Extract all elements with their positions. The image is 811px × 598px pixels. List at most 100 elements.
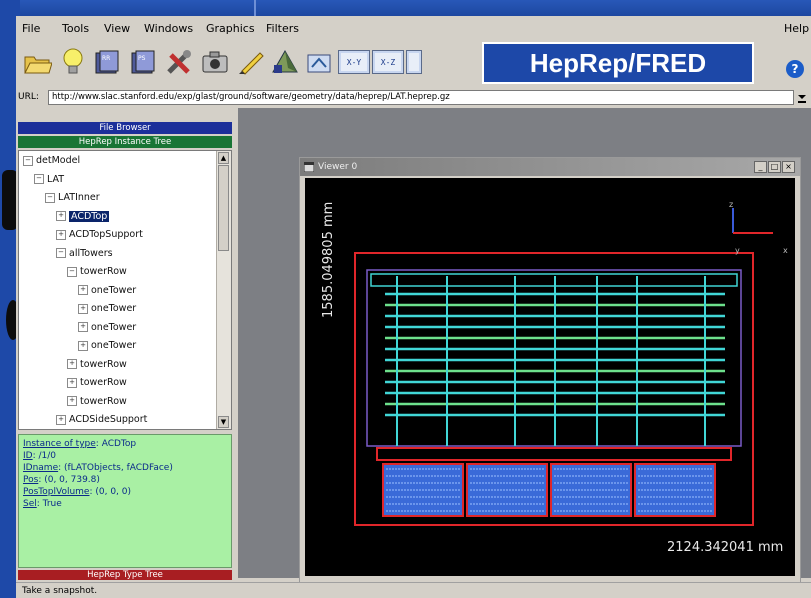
properties-panel: Instance of type: ACDTop ID: /1/0 IDname: … [18,434,232,568]
collapse-icon[interactable]: − [67,266,77,277]
pyramid-icon[interactable] [268,46,302,78]
pencil-icon[interactable] [234,46,268,78]
property-row: Instance of type: ACDTop [23,438,227,450]
expand-icon[interactable]: + [67,377,77,388]
file-browser-header[interactable]: File Browser [18,122,232,134]
left-panel: File Browser HepRep Instance Tree − detMo… [18,120,232,580]
open-folder-icon[interactable] [20,46,54,78]
expand-icon[interactable]: + [56,229,66,240]
instance-tree-header[interactable]: HepRep Instance Tree [18,136,232,148]
tools-icon[interactable] [162,46,196,78]
maximize-icon[interactable]: □ [768,161,781,173]
menu-view[interactable]: View [104,22,130,35]
tree-node[interactable]: + towerRow [67,394,127,410]
property-key[interactable]: PosToplVolume [23,487,89,497]
property-value: : (0, 0, 739.8) [38,475,100,485]
expand-icon[interactable]: + [78,322,88,332]
scroll-thumb[interactable] [218,165,229,251]
expand-icon[interactable]: + [78,303,88,314]
tree-node[interactable]: + ACDSideSupport [56,412,147,428]
view-icon-partial[interactable] [406,50,422,74]
property-value: : /1/0 [32,451,57,461]
property-value: : (0, 0, 0) [89,487,132,497]
expand-icon[interactable]: + [67,396,77,406]
tree-node[interactable]: + oneTower [78,320,136,336]
expand-icon[interactable]: + [78,340,88,351]
tree-node[interactable]: + oneTower [78,301,136,317]
property-value: : ACDTop [95,439,137,449]
property-row: PosToplVolume: (0, 0, 0) [23,486,227,498]
tree-node-label: towerRow [80,395,127,407]
menu-file[interactable]: File [22,22,40,35]
property-key[interactable]: Sel [23,499,37,509]
book-icon[interactable]: PS [126,46,160,78]
viewer-titlebar[interactable]: Viewer 0 _ □ × [300,158,800,176]
tree-node[interactable]: − allTowers [56,246,113,262]
3d-view-icon[interactable] [302,46,336,78]
lightbulb-icon[interactable] [56,46,90,78]
tree-node-label: oneTower [91,321,137,333]
tree-node-label: LATInner [58,192,100,203]
vertical-scale-label: 1585.049805 mm [321,201,336,318]
tree-node[interactable]: + towerRow [67,375,127,391]
collapse-icon[interactable]: − [23,155,33,166]
property-key[interactable]: ID [23,451,33,461]
x-z-view-icon[interactable]: X-Z [372,50,404,74]
viewer-title: Viewer 0 [318,162,358,172]
tree-node[interactable]: + oneTower [78,338,136,354]
tree-node[interactable]: + towerRow [67,357,127,373]
tree-node-label: ACDSideSupport [69,414,148,425]
collapse-icon[interactable]: − [56,248,66,258]
expand-icon[interactable]: + [56,211,66,221]
tree-node[interactable]: − LATInner [45,190,100,206]
expand-icon[interactable]: + [78,285,88,295]
tree-node-label: towerRow [80,377,127,388]
x-y-view-icon[interactable]: X-Y [338,50,370,74]
svg-text:RR: RR [102,55,110,62]
tree-node-label: allTowers [69,247,113,259]
tree-node-label: LAT [47,173,65,185]
tree-node-label: oneTower [91,340,137,351]
property-key[interactable]: Pos [23,475,38,485]
property-value: : True [36,499,62,509]
scroll-down-icon[interactable]: ▼ [218,416,229,428]
collapse-icon[interactable]: − [34,174,44,184]
tree-node[interactable]: + ACDTop [56,209,110,225]
menu-tools[interactable]: Tools [62,22,89,35]
menu-graphics[interactable]: Graphics [206,22,255,35]
viewer-canvas[interactable]: 1585.049805 mm 2124.342041 mm z y x [305,178,795,576]
expand-icon[interactable]: + [67,359,77,369]
type-tree-header[interactable]: HepRep Type Tree [18,570,232,580]
tree-node[interactable]: + ACDTopSupport [56,227,143,243]
tree-node[interactable]: − towerRow [67,264,127,280]
instance-tree: − detModel − LAT − LATInner + ACDTop + ACDTopSupp… [18,150,232,430]
expand-icon[interactable]: + [56,414,66,425]
minimize-icon[interactable]: _ [754,161,767,173]
help-icon[interactable]: ? [786,60,804,78]
property-key[interactable]: IDname [23,463,58,473]
close-icon[interactable]: × [782,161,795,173]
property-key[interactable]: Instance of type [23,439,96,449]
scroll-up-icon[interactable]: ▲ [218,152,229,164]
camera-icon[interactable] [198,46,232,78]
tree-node-label: ACDTopSupport [69,229,143,240]
slide-top-strip [0,0,811,16]
heprep-app-window: File Tools View Windows Graphics Filters… [16,16,811,598]
menu-help[interactable]: Help [784,22,809,35]
tree-node[interactable]: − LAT [34,172,64,188]
menu-filters[interactable]: Filters [266,22,299,35]
screenshot-frame: File Tools View Windows Graphics Filters… [0,0,811,598]
book-icon[interactable]: RR [90,46,124,78]
heprep-fred-banner: HepRep/FRED [482,42,754,84]
collapse-icon[interactable]: − [45,192,55,203]
horizontal-scale-label: 2124.342041 mm [667,540,784,555]
url-input[interactable]: http://www.slac.stanford.edu/exp/glast/g… [48,90,794,105]
tree-node[interactable]: + oneTower [78,283,136,299]
tree-scrollbar[interactable]: ▲ ▼ [216,151,231,429]
chevron-down-icon[interactable] [797,92,807,104]
tree-node[interactable]: − detModel [23,153,80,169]
menu-windows[interactable]: Windows [144,22,193,35]
toolbar: RR PS X-Y X-Z HepRep/FRED ? [16,40,811,86]
tree-node-label: oneTower [91,284,137,296]
property-value: : (fLATObjects, fACDFace) [58,463,173,473]
